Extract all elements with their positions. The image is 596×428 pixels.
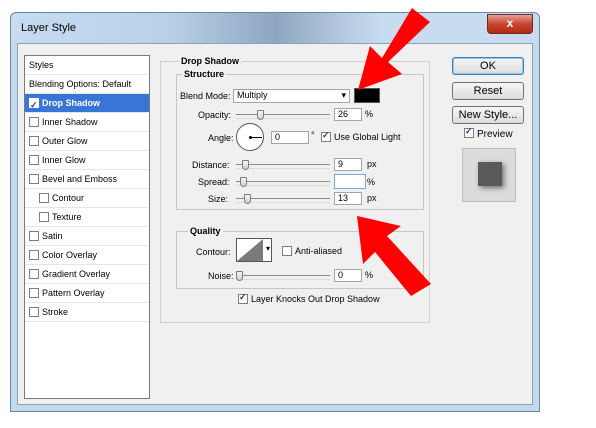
noise-label: Noise:: [208, 271, 234, 281]
style-item-label: Color Overlay: [42, 250, 98, 260]
style-item-label: Bevel and Emboss: [42, 174, 118, 184]
opacity-input[interactable]: 26: [334, 108, 362, 121]
preview-label: Preview: [477, 129, 513, 140]
styles-list: Styles Blending Options: Default Drop Sha…: [24, 55, 150, 399]
style-item-inner-glow[interactable]: Inner Glow: [25, 151, 149, 170]
angle-input[interactable]: 0: [271, 131, 309, 144]
preview-square: [478, 162, 502, 186]
style-item-stroke[interactable]: Stroke: [25, 303, 149, 322]
chevron-down-icon: ▾: [265, 244, 270, 253]
distance-input[interactable]: 9: [334, 158, 362, 171]
checkbox-icon[interactable]: [39, 211, 49, 222]
new-style-button[interactable]: New Style...: [452, 106, 524, 124]
checkbox-icon[interactable]: [29, 173, 39, 184]
blend-mode-select[interactable]: Multiply ▾: [233, 89, 350, 103]
spread-input[interactable]: [334, 174, 366, 189]
styles-header: Styles: [25, 56, 149, 75]
anti-aliased-checkbox[interactable]: Anti-aliased: [282, 245, 343, 256]
size-slider-thumb[interactable]: [244, 194, 251, 204]
style-item-label: Satin: [42, 231, 63, 241]
use-global-light-label: Use Global Light: [334, 132, 401, 142]
noise-slider[interactable]: [236, 271, 330, 281]
size-slider[interactable]: [236, 194, 330, 204]
distance-label: Distance:: [192, 160, 230, 170]
title-bar[interactable]: Layer Style x: [11, 13, 539, 43]
angle-dial[interactable]: [236, 123, 264, 151]
annotation-arrow-top: [358, 8, 430, 90]
style-item-label: Texture: [52, 212, 82, 222]
style-item-texture[interactable]: Texture: [25, 208, 149, 227]
style-item-contour[interactable]: Contour: [25, 189, 149, 208]
anti-aliased-label: Anti-aliased: [295, 246, 343, 256]
style-item-blending-options-default[interactable]: Blending Options: Default: [25, 75, 149, 94]
style-item-label: Contour: [52, 193, 85, 203]
dialog-body: Styles Blending Options: Default Drop Sha…: [17, 43, 533, 405]
style-item-label: Inner Glow: [42, 155, 86, 165]
close-button[interactable]: x: [487, 14, 533, 34]
style-item-inner-shadow[interactable]: Inner Shadow: [25, 113, 149, 132]
checkbox-icon: [321, 130, 331, 142]
angle-label: Angle:: [208, 133, 234, 143]
angle-unit: °: [311, 130, 315, 140]
style-item-color-overlay[interactable]: Color Overlay: [25, 246, 149, 265]
style-item-bevel-and-emboss[interactable]: Bevel and Emboss: [25, 170, 149, 189]
checkbox-icon[interactable]: [39, 192, 49, 203]
annotation-arrow-bottom: [357, 216, 431, 296]
reset-button[interactable]: Reset: [452, 82, 524, 100]
noise-slider-thumb[interactable]: [236, 271, 243, 281]
opacity-label: Opacity:: [198, 110, 232, 120]
style-item-label: Stroke: [42, 307, 69, 317]
spread-slider[interactable]: [236, 177, 330, 187]
preview-thumbnail: [462, 148, 516, 202]
ok-button[interactable]: OK: [452, 57, 524, 75]
checkbox-icon[interactable]: [29, 230, 39, 241]
window-title: Layer Style: [21, 22, 77, 34]
spread-slider-thumb[interactable]: [240, 177, 247, 187]
size-label: Size:: [208, 194, 229, 204]
layer-style-dialog: Layer Style x Styles Blending Options: D…: [10, 12, 540, 412]
blend-mode-label: Blend Mode:: [180, 91, 231, 101]
checkbox-icon[interactable]: [29, 268, 39, 279]
checkbox-icon[interactable]: [29, 135, 39, 146]
style-item-label: Blending Options: Default: [29, 79, 132, 89]
style-item-label: Outer Glow: [42, 136, 88, 146]
distance-unit: px: [367, 159, 377, 169]
contour-picker[interactable]: ▾: [236, 238, 272, 262]
contour-preview-icon: [237, 239, 263, 261]
checkbox-icon[interactable]: [29, 287, 39, 298]
quality-title: Quality: [188, 226, 223, 236]
style-item-gradient-overlay[interactable]: Gradient Overlay: [25, 265, 149, 284]
style-item-label: Gradient Overlay: [42, 269, 111, 279]
style-item-outer-glow[interactable]: Outer Glow: [25, 132, 149, 151]
style-item-pattern-overlay[interactable]: Pattern Overlay: [25, 284, 149, 303]
checkbox-icon[interactable]: [29, 306, 39, 317]
style-item-label: Pattern Overlay: [42, 288, 105, 298]
contour-label: Contour:: [196, 247, 231, 257]
style-item-drop-shadow[interactable]: Drop Shadow: [25, 94, 149, 114]
opacity-unit: %: [365, 109, 374, 119]
style-item-label: Drop Shadow: [42, 98, 100, 108]
checkbox-icon: [464, 126, 474, 139]
opacity-slider[interactable]: [236, 110, 330, 120]
structure-title: Structure: [182, 69, 227, 79]
blend-mode-value: Multiply: [237, 90, 268, 100]
checkbox-icon: [238, 292, 248, 304]
checkbox-icon[interactable]: [29, 116, 39, 127]
use-global-light-checkbox[interactable]: Use Global Light: [321, 130, 401, 142]
checkbox-icon[interactable]: [29, 249, 39, 260]
checkbox-icon[interactable]: [29, 154, 39, 165]
preview-checkbox[interactable]: Preview: [464, 126, 513, 140]
angle-dial-center: [249, 136, 252, 139]
checkbox-icon[interactable]: [29, 96, 39, 114]
spread-unit: %: [367, 177, 376, 187]
opacity-slider-thumb[interactable]: [257, 110, 264, 120]
style-item-satin[interactable]: Satin: [25, 227, 149, 246]
spread-label: Spread:: [198, 177, 230, 187]
distance-slider-thumb[interactable]: [242, 160, 249, 170]
style-item-label: Inner Shadow: [42, 117, 98, 127]
distance-slider[interactable]: [236, 160, 330, 170]
chevron-down-icon: ▾: [341, 90, 346, 100]
checkbox-icon: [282, 245, 292, 256]
drop-shadow-title: Drop Shadow: [179, 56, 241, 66]
